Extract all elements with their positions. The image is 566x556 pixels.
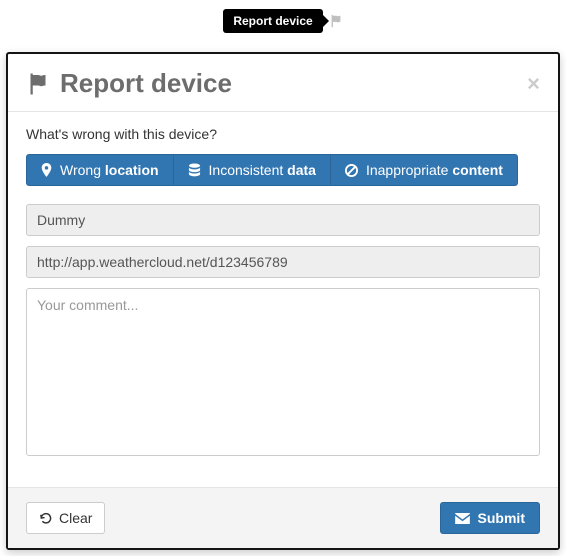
tooltip-text: Report device xyxy=(233,14,312,28)
submit-label: Submit xyxy=(478,510,525,526)
modal-header: Report device × xyxy=(8,54,558,112)
option-inappropriate-content[interactable]: Inappropriate content xyxy=(330,154,518,186)
database-icon xyxy=(188,163,201,177)
submit-button[interactable]: Submit xyxy=(440,502,540,534)
modal-footer: Clear Submit xyxy=(8,487,558,548)
comment-input[interactable] xyxy=(26,288,540,456)
option-inconsistent-data[interactable]: Inconsistent data xyxy=(173,154,331,186)
flag-icon[interactable] xyxy=(329,14,343,28)
ban-icon xyxy=(345,164,358,177)
clear-button[interactable]: Clear xyxy=(26,502,105,534)
modal-title: Report device xyxy=(26,68,232,99)
option-label: Wrong location xyxy=(60,162,159,178)
option-label: Inappropriate content xyxy=(366,162,503,178)
modal-body: What's wrong with this device? Wrong loc… xyxy=(8,112,558,487)
tooltip-row: Report device xyxy=(0,4,566,38)
close-icon[interactable]: × xyxy=(527,73,540,95)
flag-icon xyxy=(26,72,50,96)
prompt-text: What's wrong with this device? xyxy=(26,126,540,142)
map-marker-icon xyxy=(41,163,52,177)
device-url-field xyxy=(26,246,540,278)
option-label: Inconsistent data xyxy=(209,162,316,178)
report-device-modal: Report device × What's wrong with this d… xyxy=(6,52,560,550)
device-name-field xyxy=(26,204,540,236)
modal-title-text: Report device xyxy=(60,68,232,99)
undo-icon xyxy=(39,512,52,525)
report-device-tooltip: Report device xyxy=(223,9,322,33)
option-wrong-location[interactable]: Wrong location xyxy=(26,154,174,186)
envelope-icon xyxy=(455,513,470,524)
reason-options: Wrong location Inconsistent data Inappro… xyxy=(26,154,540,186)
clear-label: Clear xyxy=(59,510,92,526)
